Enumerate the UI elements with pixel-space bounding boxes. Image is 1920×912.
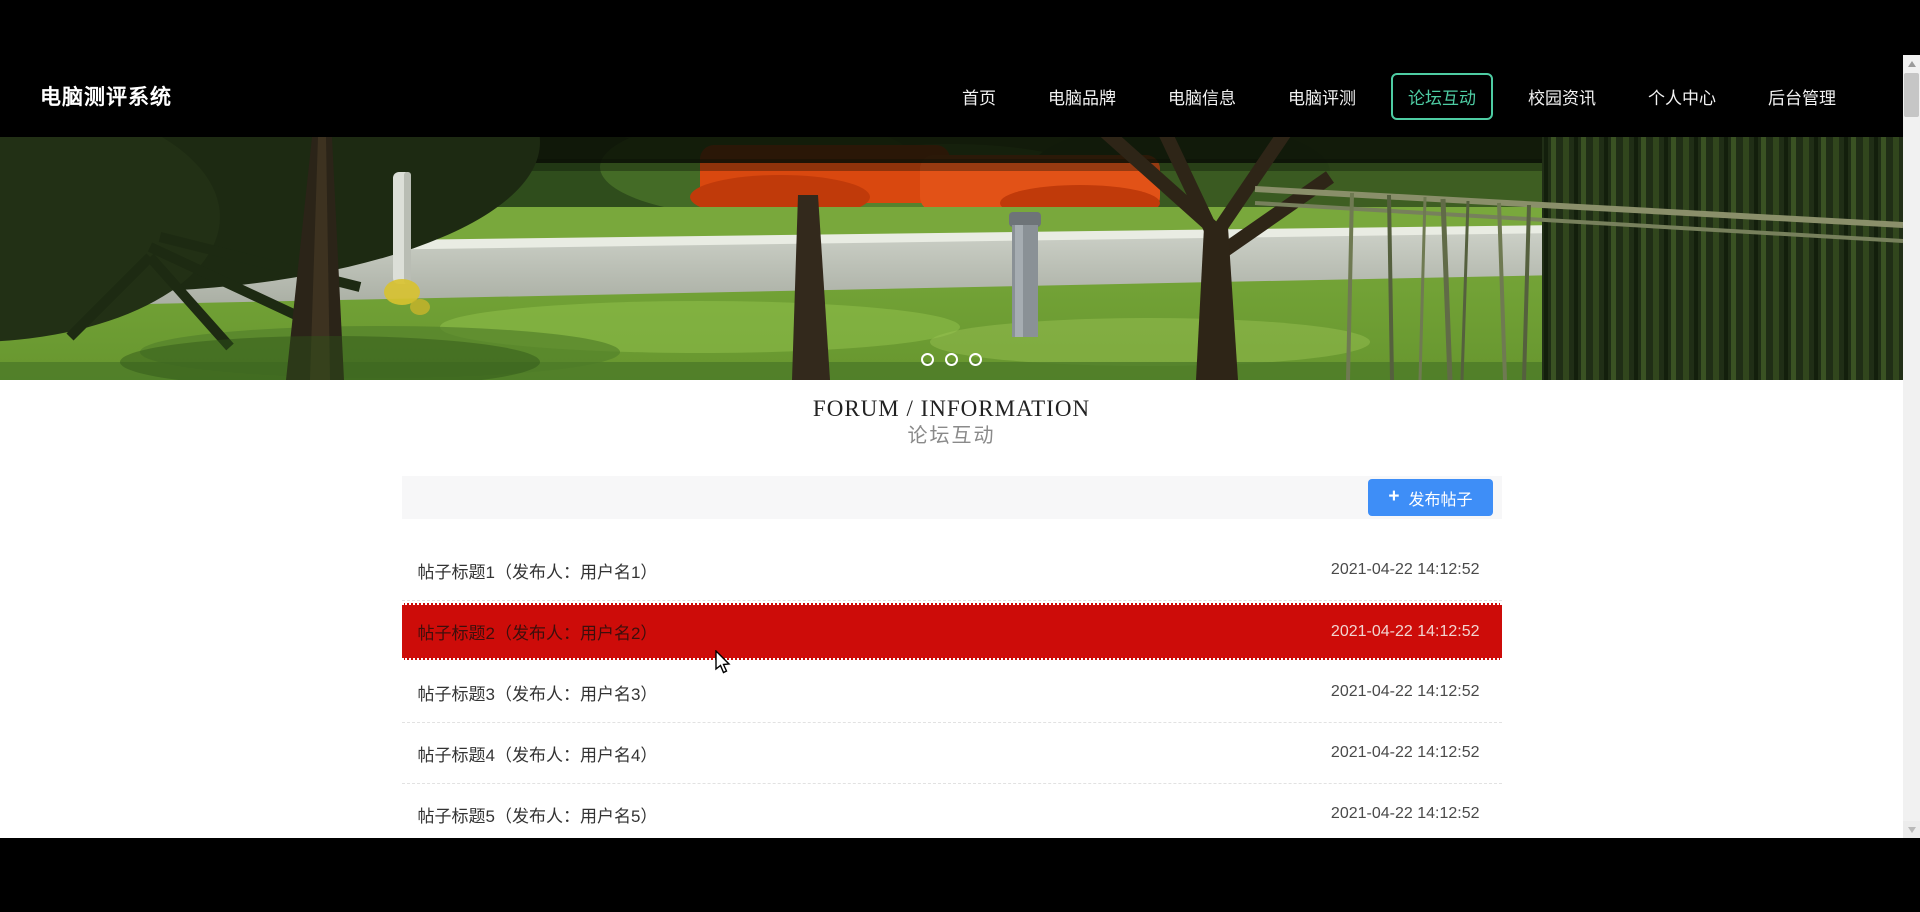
vertical-scrollbar[interactable]: [1903, 55, 1920, 838]
scrollbar-down-button[interactable]: [1903, 821, 1920, 838]
nav-item[interactable]: 电脑品牌: [1031, 73, 1133, 120]
scrollbar-thumb[interactable]: [1904, 73, 1919, 117]
nav-item[interactable]: 校园资讯: [1511, 73, 1613, 120]
publish-post-label: 发布帖子: [1408, 491, 1473, 509]
post-timestamp: 2021-04-22 14:12:52: [1330, 683, 1480, 700]
nav-item-label: 校园资讯: [1528, 88, 1596, 108]
nav-item-label: 首页: [962, 88, 996, 108]
navbar: 电脑测评系统 首页 电脑品牌 电脑信息 电脑评测 论坛互动 校园资讯 个人中心 …: [0, 55, 1903, 137]
section-title-en: FORUM / INFORMATION: [812, 396, 1091, 421]
screen: 电脑测评系统 首页 电脑品牌 电脑信息 电脑评测 论坛互动 校园资讯 个人中心 …: [0, 0, 1920, 912]
post-row[interactable]: 帖子标题5（发布人：用户名5） 2021-04-22 14:12:52: [402, 784, 1502, 838]
nav-item-label: 论坛互动: [1408, 88, 1476, 108]
post-title: 帖子标题4（发布人：用户名4）: [417, 745, 658, 765]
park-photo: [0, 137, 1903, 380]
post-title: 帖子标题1（发布人：用户名1）: [417, 562, 658, 582]
post-title: 帖子标题2（发布人：用户名2）: [417, 624, 658, 643]
post-timestamp: 2021-04-22 14:12:52: [1330, 561, 1480, 578]
nav-item[interactable]: 首页: [945, 73, 1013, 120]
nav-item-label: 个人中心: [1648, 88, 1716, 108]
nav-item-label: 后台管理: [1768, 88, 1836, 108]
browser-viewport: 电脑测评系统 首页 电脑品牌 电脑信息 电脑评测 论坛互动 校园资讯 个人中心 …: [0, 55, 1903, 838]
nav-item[interactable]: 个人中心: [1631, 73, 1733, 120]
nav-item[interactable]: 论坛互动: [1391, 72, 1493, 120]
scroll-up-icon: [1907, 60, 1916, 67]
carousel-dots: [0, 353, 1903, 366]
post-title: 帖子标题5（发布人：用户名5）: [417, 806, 658, 826]
content-container: + 发布帖子 帖子标题1（发布人：用户名1） 2021-04-22 14:12:…: [401, 476, 1502, 838]
hero-carousel: [0, 137, 1903, 380]
post-timestamp: 2021-04-22 14:12:52: [1330, 805, 1480, 822]
nav-item-label: 电脑品牌: [1048, 88, 1116, 108]
post-timestamp: 2021-04-22 14:12:52: [1330, 744, 1480, 761]
post-row[interactable]: 帖子标题3（发布人：用户名3） 2021-04-22 14:12:52: [401, 662, 1502, 723]
section-title-zh: 论坛互动: [907, 425, 996, 447]
nav-menu: 首页 电脑品牌 电脑信息 电脑评测 论坛互动 校园资讯 个人中心 后台管理: [927, 72, 1853, 120]
post-title: 帖子标题3（发布人：用户名3）: [417, 684, 658, 704]
nav-item[interactable]: 电脑信息: [1151, 73, 1253, 120]
post-list: 帖子标题1（发布人：用户名1） 2021-04-22 14:12:52 帖子标题…: [401, 540, 1502, 838]
post-row[interactable]: 帖子标题4（发布人：用户名4） 2021-04-22 14:12:52: [401, 723, 1502, 784]
carousel-dot[interactable]: [945, 353, 958, 366]
nav-item[interactable]: 电脑评测: [1271, 73, 1373, 120]
post-timestamp: 2021-04-22 14:12:52: [1330, 622, 1480, 640]
nav-item[interactable]: 后台管理: [1751, 73, 1853, 120]
site-logo: 电脑测评系统: [40, 86, 172, 109]
carousel-dot[interactable]: [969, 353, 982, 366]
publish-post-button[interactable]: + 发布帖子: [1368, 479, 1493, 516]
scroll-down-icon: [1907, 826, 1916, 833]
plus-icon: +: [1388, 486, 1400, 507]
forum-toolbar: + 发布帖子: [401, 476, 1502, 519]
nav-item-label: 电脑评测: [1288, 88, 1356, 108]
post-row[interactable]: 帖子标题2（发布人：用户名2） 2021-04-22 14:12:52: [401, 603, 1502, 660]
post-row[interactable]: 帖子标题1（发布人：用户名1） 2021-04-22 14:12:52: [401, 540, 1502, 601]
scrollbar-up-button[interactable]: [1903, 55, 1920, 72]
nav-item-label: 电脑信息: [1168, 88, 1236, 108]
carousel-dot[interactable]: [921, 353, 934, 366]
section-heading: FORUM / INFORMATION 论坛互动: [0, 380, 1903, 448]
